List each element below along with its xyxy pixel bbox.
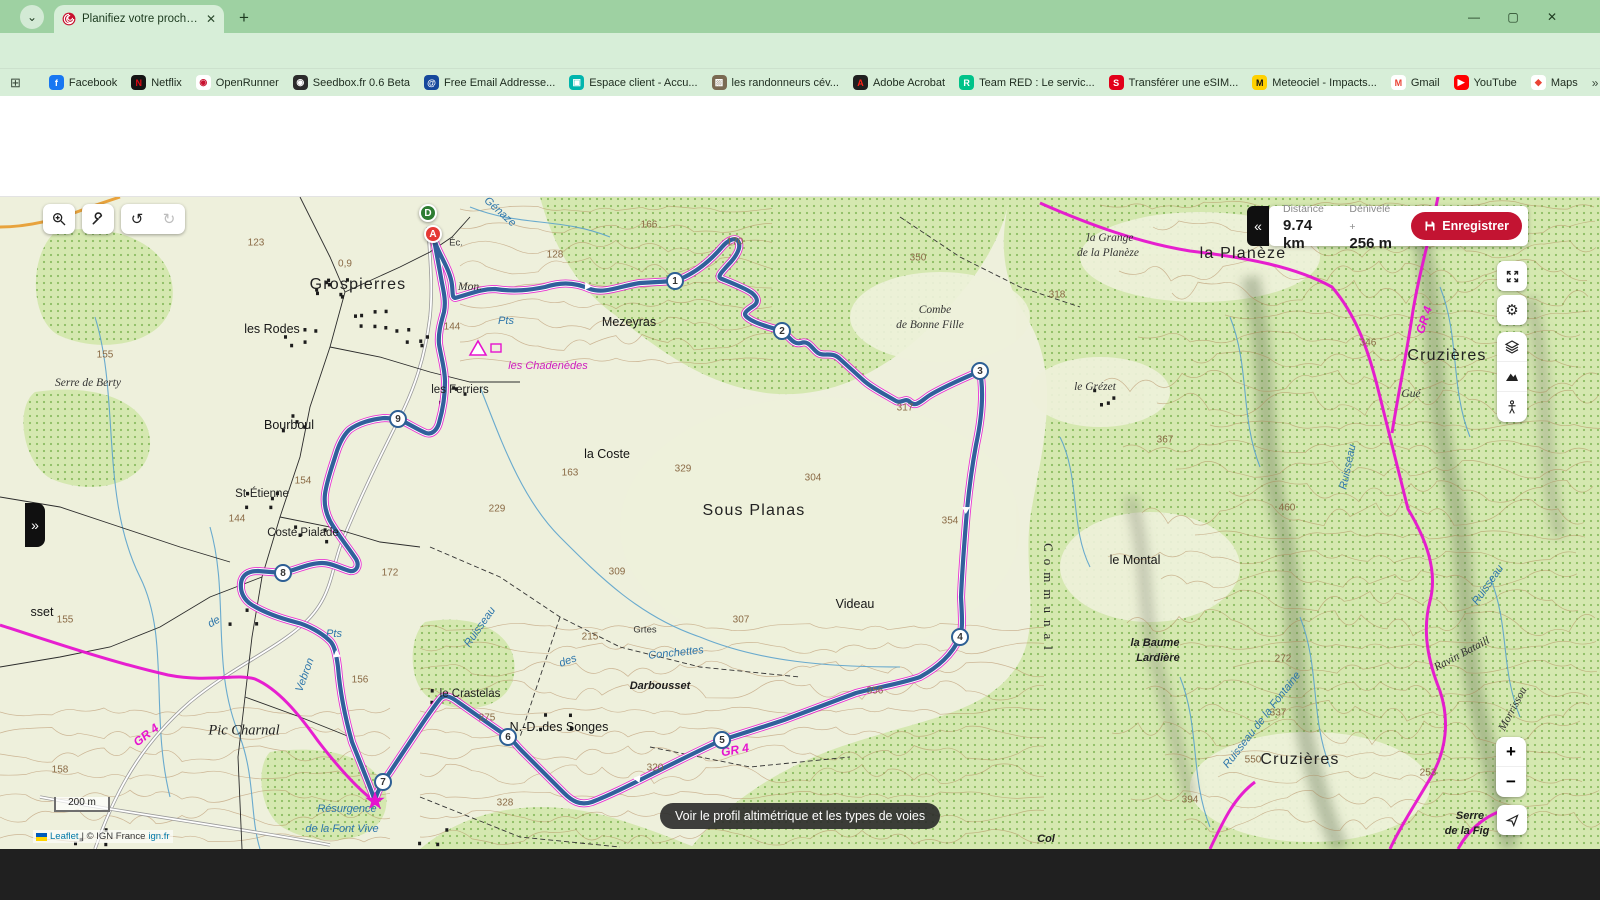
browser-tab-strip: ⌄ Planifiez votre prochain parcou ✕ + — … [0,0,1600,33]
route-waypoint-8[interactable]: 8 [274,564,292,582]
bookmark-favicon: ◆ [1531,75,1546,90]
history-group: ↺ ↻ [121,204,185,234]
bookmark-item[interactable]: ◉OpenRunner [196,75,279,90]
route-waypoint-6[interactable]: 6 [499,728,517,746]
route-waypoint-A[interactable]: A [424,225,442,243]
bookmark-item[interactable]: ▶YouTube [1454,75,1517,90]
zoom-controls: + − [1496,737,1526,797]
elevation-value: 256 m [1349,235,1392,252]
floppy-icon [1424,220,1436,232]
windows-taskbar: 3 6°CEnsoleillé Rechercher ▣O✂▤⊞◐◆◎◔Oe◉◉… [0,849,1600,900]
screen: ⌄ Planifiez votre prochain parcou ✕ + — … [0,0,1600,900]
bookmarks-list: fFacebook NNetflix ◉OpenRunner ◉Seedbox.fr … [49,75,1578,90]
save-button[interactable]: Enregistrer [1411,212,1522,240]
leaflet-link[interactable]: Leaflet [50,831,79,842]
bookmark-item[interactable]: fFacebook [49,75,117,90]
new-tab-button[interactable]: + [232,6,256,30]
bookmark-item[interactable]: STransférer une eSIM... [1109,75,1239,90]
bookmark-favicon: f [49,75,64,90]
tab-close-icon[interactable]: ✕ [206,12,216,26]
elevation-profile-tooltip[interactable]: Voir le profil altimétrique et les types… [660,803,940,829]
bookmark-favicon: A [853,75,868,90]
bookmark-favicon: S [1109,75,1124,90]
zoom-search-button[interactable] [43,204,75,234]
route-stats-panel: Distance9.74 km Dénivelé +256 m Enregist… [1269,206,1528,246]
bookmarks-bar: ⊞ fFacebook NNetflix ◉OpenRunner ◉Seedbox.f… [0,68,1600,96]
browser-address-row: ← → ↻ openrunner.com/route-planner ☆ ⚙ ⋮ [0,33,1600,68]
bookmark-item[interactable]: MMeteociel - Impacts... [1252,75,1377,90]
window-close-button[interactable]: ✕ [1532,0,1572,33]
route-waypoint-4[interactable]: 4 [951,628,969,646]
bookmark-favicon: ▣ [569,75,584,90]
distance-label: Distance [1283,203,1324,215]
bookmark-favicon: N [131,75,146,90]
bookmark-favicon: R [959,75,974,90]
bookmark-item[interactable]: ◆Maps [1531,75,1578,90]
bookmark-item[interactable]: NNetflix [131,75,182,90]
bookmark-favicon: ◉ [196,75,211,90]
bookmark-item[interactable]: RTeam RED : Le servic... [959,75,1095,90]
window-maximize-button[interactable]: ▢ [1493,0,1533,33]
openrunner-header: OPENRUNNER Éditeur de parcours 1 Cherche… [0,96,1600,148]
distance-value: 9.74 km [1283,217,1312,252]
map-settings-gear-button[interactable]: ⚙ [1497,295,1527,325]
route-waypoint-5[interactable]: 5 [713,731,731,749]
map-scale: 200 m [54,797,110,812]
layers-button[interactable] [1497,332,1527,362]
tools-wrench-button[interactable] [82,204,114,234]
tab-search-button[interactable]: ⌄ [20,5,44,29]
apps-grid-icon[interactable]: ⊞ [10,75,21,91]
zoom-in-button[interactable]: + [1496,737,1526,767]
panel-collapse-button[interactable]: « [1247,206,1269,246]
bookmarks-overflow-chevron[interactable]: » [1592,76,1599,90]
ukraine-flag-icon [36,833,47,841]
map-layers-group [1497,332,1527,422]
bookmark-item[interactable]: ◉Seedbox.fr 0.6 Beta [293,75,410,90]
bookmark-item[interactable]: @Free Email Addresse... [424,75,555,90]
bookmark-favicon: @ [424,75,439,90]
waypoints-layer: DA123456789★ [0,197,1600,849]
bookmark-item[interactable]: ▨les randonneurs cév... [712,75,839,90]
elevation-label: Dénivelé + [1349,203,1390,233]
locate-button[interactable] [1497,805,1527,835]
bookmark-favicon: M [1252,75,1267,90]
undo-button[interactable]: ↺ [121,210,153,228]
map-attribution: Leaflet | © IGN France ign.fr [33,830,173,843]
route-toolbar: *Nouveau parcou... ✕ + ? [0,148,1600,197]
redo-button[interactable]: ↻ [153,210,185,228]
fullscreen-button[interactable] [1497,261,1527,291]
ign-link[interactable]: ign.fr [148,831,169,842]
bookmark-item[interactable]: AAdobe Acrobat [853,75,945,90]
route-waypoint-3[interactable]: 3 [971,362,989,380]
bookmark-favicon: ◉ [293,75,308,90]
bookmark-item[interactable]: MGmail [1391,75,1440,90]
route-waypoint-9[interactable]: 9 [389,410,407,428]
bookmark-favicon: M [1391,75,1406,90]
map-canvas[interactable]: Grospierresles RodesSerre de BertyBourbo… [0,197,1600,849]
route-waypoint-2[interactable]: 2 [773,322,791,340]
sidebar-expand-button[interactable]: » [25,503,45,547]
relief-button[interactable] [1497,362,1527,392]
browser-tab[interactable]: Planifiez votre prochain parcou ✕ [54,5,224,33]
route-waypoint-★[interactable]: ★ [364,790,386,812]
street-view-button[interactable] [1497,392,1527,422]
bookmark-favicon: ▶ [1454,75,1469,90]
zoom-out-button[interactable]: − [1496,767,1526,797]
route-waypoint-D[interactable]: D [419,204,437,222]
tab-title: Planifiez votre prochain parcou [82,13,200,25]
bookmark-item[interactable]: ▣Espace client - Accu... [569,75,697,90]
bookmark-favicon: ▨ [712,75,727,90]
route-waypoint-1[interactable]: 1 [666,272,684,290]
window-minimize-button[interactable]: — [1454,0,1494,33]
openrunner-favicon [62,12,76,26]
